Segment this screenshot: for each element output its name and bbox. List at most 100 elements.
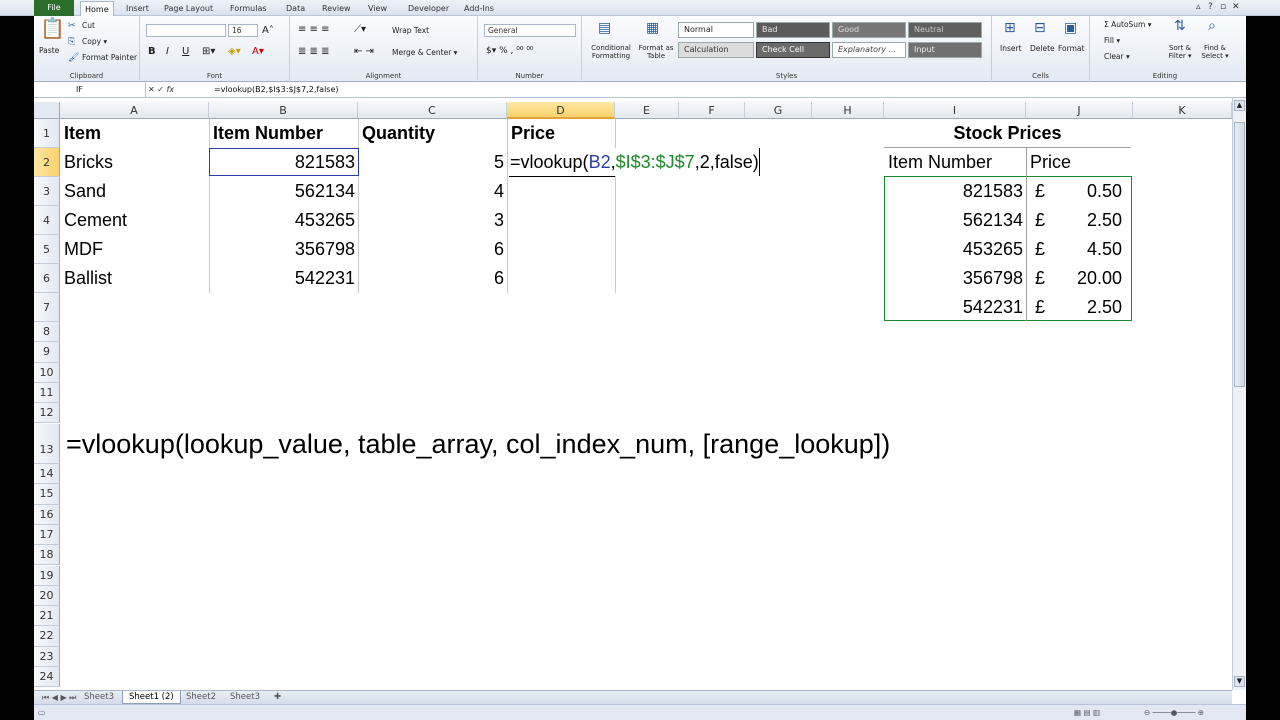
- font-size-combo[interactable]: 16: [228, 24, 258, 37]
- style-normal[interactable]: Normal: [678, 22, 754, 38]
- stock-price-cell[interactable]: 4.50: [1044, 235, 1122, 263]
- row-header-24[interactable]: 24: [34, 667, 60, 688]
- sheet-tab-sheet2[interactable]: Sheet2: [180, 691, 222, 704]
- format-cells-button[interactable]: Format: [1058, 44, 1084, 53]
- borders-icon[interactable]: ⊞▾: [202, 46, 215, 57]
- underline-button[interactable]: U: [182, 46, 189, 57]
- row-header-8[interactable]: 8: [34, 322, 60, 343]
- style-neutral[interactable]: Neutral: [908, 22, 982, 38]
- column-header-b[interactable]: B: [209, 102, 358, 119]
- help-icon[interactable]: ?: [1208, 2, 1213, 12]
- quantity-cell[interactable]: 5: [358, 148, 504, 176]
- stock-number-cell[interactable]: 356798: [884, 264, 1023, 292]
- row-header-22[interactable]: 22: [34, 626, 60, 647]
- row-header-21[interactable]: 21: [34, 606, 60, 627]
- number-format-combo[interactable]: General: [484, 24, 576, 37]
- find-select-button[interactable]: Find & Select ▾: [1198, 44, 1232, 60]
- minimize-ribbon-icon[interactable]: ▵: [1196, 2, 1201, 12]
- item-number-cell[interactable]: 453265: [209, 206, 355, 234]
- stock-header-price[interactable]: Price: [1030, 148, 1071, 176]
- column-header-g[interactable]: G: [745, 102, 812, 119]
- delete-cells-button[interactable]: Delete: [1030, 44, 1055, 53]
- insert-cells-icon[interactable]: ⊞: [1004, 21, 1016, 35]
- style-explanatory[interactable]: Explanatory ...: [832, 42, 906, 58]
- item-number-cell[interactable]: 562134: [209, 177, 355, 205]
- header-quantity[interactable]: Quantity: [362, 119, 435, 147]
- row-header-9[interactable]: 9: [34, 342, 60, 363]
- format-as-table-icon[interactable]: ▦: [646, 21, 659, 35]
- column-header-c[interactable]: C: [358, 102, 507, 119]
- vlookup-syntax-text[interactable]: =vlookup(lookup_value, table_array, col_…: [66, 424, 890, 464]
- style-calculation[interactable]: Calculation: [678, 42, 754, 58]
- stock-price-cell[interactable]: 2.50: [1044, 293, 1122, 321]
- row-header-6[interactable]: 6: [34, 264, 60, 293]
- autosum-button[interactable]: Σ AutoSum ▾: [1104, 20, 1152, 29]
- font-name-combo[interactable]: [146, 24, 226, 37]
- find-select-icon[interactable]: ⌕: [1208, 19, 1216, 33]
- cut-icon[interactable]: ✂: [68, 20, 76, 32]
- item-cell[interactable]: Ballist: [64, 264, 112, 292]
- copy-button[interactable]: Copy ▾: [82, 37, 107, 46]
- row-header-3[interactable]: 3: [34, 177, 60, 206]
- item-cell[interactable]: Sand: [64, 177, 106, 205]
- worksheet-grid[interactable]: ABCDEFGHIJK 1 2 3 4 5 6 7 8 9 10 11 12 13 14 15 16 17 18 1…: [34, 98, 1232, 690]
- column-header-h[interactable]: H: [812, 102, 884, 119]
- column-header-k[interactable]: K: [1133, 102, 1232, 119]
- row-header-13[interactable]: 13: [34, 424, 60, 464]
- number-format-icons[interactable]: $▾ % , ⁰⁰ ⁰⁰: [486, 46, 534, 56]
- tab-page-layout[interactable]: Page Layout: [160, 1, 217, 16]
- close-icon[interactable]: ✕: [1232, 2, 1240, 12]
- copy-icon[interactable]: ⎘: [68, 36, 75, 48]
- item-number-cell[interactable]: 356798: [209, 235, 355, 263]
- row-header-15[interactable]: 15: [34, 484, 60, 505]
- tab-data[interactable]: Data: [282, 1, 309, 16]
- wrap-text-button[interactable]: Wrap Text: [392, 26, 429, 35]
- editing-cell-d2[interactable]: =vlookup(B2,$I$3:$J$7,2,false): [508, 148, 760, 176]
- zoom-slider-icon[interactable]: ⊖ ────●──── ⊕: [1144, 708, 1204, 717]
- cut-button[interactable]: Cut: [82, 21, 95, 30]
- row-header-4[interactable]: 4: [34, 206, 60, 235]
- align-left-icons[interactable]: ≣ ≣ ≣: [298, 46, 330, 57]
- header-price[interactable]: Price: [511, 119, 555, 147]
- stock-number-cell[interactable]: 453265: [884, 235, 1023, 263]
- column-header-e[interactable]: E: [615, 102, 679, 119]
- stock-number-cell[interactable]: 821583: [884, 177, 1023, 205]
- row-header-7[interactable]: 7: [34, 293, 60, 322]
- item-cell[interactable]: Cement: [64, 206, 127, 234]
- vertical-scrollbar[interactable]: ▲ ▼: [1232, 98, 1246, 690]
- insert-cells-button[interactable]: Insert: [1000, 44, 1022, 53]
- stock-price-cell[interactable]: 20.00: [1044, 264, 1122, 292]
- stock-title[interactable]: Stock Prices: [884, 119, 1131, 147]
- header-item[interactable]: Item: [64, 119, 101, 147]
- tab-formulas[interactable]: Formulas: [226, 1, 271, 16]
- row-header-12[interactable]: 12: [34, 403, 60, 424]
- format-painter-button[interactable]: Format Painter: [82, 53, 137, 62]
- header-item-number[interactable]: Item Number: [213, 119, 323, 147]
- style-input[interactable]: Input: [908, 42, 982, 58]
- sheet-tab-sheet3[interactable]: Sheet3: [78, 691, 120, 704]
- quantity-cell[interactable]: 6: [358, 235, 504, 263]
- align-top-icons[interactable]: ≡ ≡ ≡: [298, 24, 330, 35]
- delete-cells-icon[interactable]: ⊟: [1034, 21, 1046, 35]
- fill-button[interactable]: Fill ▾: [1104, 36, 1120, 45]
- style-good[interactable]: Good: [832, 22, 906, 38]
- formula-input[interactable]: =vlookup(B2,$I$3:$J$7,2,false): [214, 83, 339, 97]
- item-cell[interactable]: MDF: [64, 235, 103, 263]
- sheet-nav-icons[interactable]: ⏮ ◀ ▶ ⏭: [36, 691, 82, 704]
- restore-icon[interactable]: ▫: [1220, 2, 1226, 12]
- column-header-f[interactable]: F: [679, 102, 745, 119]
- row-header-23[interactable]: 23: [34, 646, 60, 667]
- insert-sheet-icon[interactable]: ✚: [268, 691, 287, 704]
- quantity-cell[interactable]: 4: [358, 177, 504, 205]
- stock-price-cell[interactable]: 0.50: [1044, 177, 1122, 205]
- tab-insert[interactable]: Insert: [122, 1, 153, 16]
- formula-bar-icons[interactable]: ✕ ✓ fx: [148, 83, 174, 97]
- sheet-tab-sheet1-2[interactable]: Sheet1 (2): [122, 691, 181, 704]
- row-header-1[interactable]: 1: [34, 119, 60, 148]
- sheet-tab-sheet3-b[interactable]: Sheet3: [224, 691, 266, 704]
- style-bad[interactable]: Bad: [756, 22, 830, 38]
- row-header-5[interactable]: 5: [34, 235, 60, 264]
- file-tab[interactable]: File: [34, 0, 74, 16]
- tab-developer[interactable]: Developer: [404, 1, 453, 16]
- stock-number-cell[interactable]: 562134: [884, 206, 1023, 234]
